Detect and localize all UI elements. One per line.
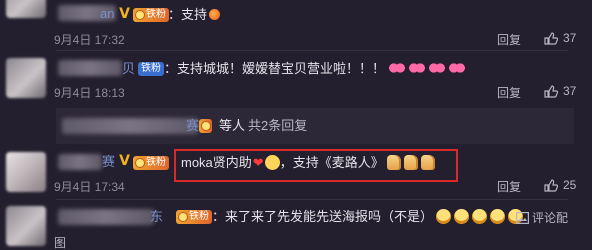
replies-count-link[interactable]: 共2条回复 <box>248 118 307 134</box>
replies-summary[interactable]: 赛 等人 共2条回复 <box>56 108 574 144</box>
fan-badge: 铁粉 <box>133 8 169 22</box>
comment-text: ：支持 <box>168 7 221 23</box>
laugh-emoji-icon <box>472 209 488 224</box>
comment-date: 9月4日 17:34 <box>54 180 125 194</box>
comment-item: an V 铁粉 ：支持 9月4日 17:32 回复 37 <box>0 0 592 52</box>
like-button[interactable]: 25 <box>544 178 576 192</box>
comment-item: 东 铁粉 ：来了来了先发能先送海报吗（不是） 评论配 图 <box>0 200 592 250</box>
bow-emoji-icon <box>449 61 466 75</box>
image-icon <box>516 212 530 225</box>
orange-emoji-icon <box>209 9 221 20</box>
username[interactable]: 赛 <box>102 154 115 170</box>
bow-emoji-icon <box>429 61 446 75</box>
bow-emoji-icon <box>389 61 406 75</box>
reply-button[interactable]: 回复 <box>497 31 521 48</box>
avatar[interactable] <box>6 206 46 246</box>
reply-button[interactable]: 回复 <box>497 84 521 101</box>
username-blur[interactable] <box>58 60 122 76</box>
comment-trailing: 图 <box>54 236 67 250</box>
username-blur[interactable] <box>58 209 154 225</box>
fan-badge <box>199 119 212 133</box>
divider <box>56 50 568 51</box>
username[interactable]: an <box>100 6 114 22</box>
like-button[interactable]: 37 <box>544 31 576 45</box>
fan-badge: 铁粉 <box>138 62 164 76</box>
bow-emoji-icon <box>409 61 426 75</box>
avatar[interactable] <box>6 152 46 192</box>
comment-date: 9月4日 18:13 <box>54 86 125 100</box>
thumbs-up-icon <box>544 32 559 45</box>
thumbs-up-icon <box>544 179 559 192</box>
comment-text: ：来了来了先发能先送海报吗（不是） <box>212 209 524 225</box>
fan-badge: 铁粉 <box>176 210 212 224</box>
replier-names-blur <box>62 118 198 134</box>
avatar[interactable] <box>6 0 46 18</box>
comment-date: 9月4日 17:32 <box>54 33 125 47</box>
vip-icon: V <box>119 6 130 22</box>
username[interactable]: 东 <box>150 209 163 225</box>
fan-badge: 铁粉 <box>133 156 169 170</box>
comment-item: 贝 铁粉 ：支持城城！嫒嫒替宝贝营业啦！！！ 9月4日 18:13 回复 37 <box>0 52 592 108</box>
thumbs-up-icon <box>544 85 559 98</box>
comment-with-image-button[interactable]: 评论配 <box>516 209 568 226</box>
laugh-emoji-icon <box>436 209 452 224</box>
vip-icon: V <box>119 153 130 169</box>
username-blur[interactable] <box>58 154 102 170</box>
replies-by-label: 等人 <box>219 118 246 133</box>
laugh-emoji-icon <box>490 209 506 224</box>
comment-text: ：支持城城！嫒嫒替宝贝营业啦！！！ <box>164 61 466 77</box>
laugh-emoji-icon <box>454 209 470 224</box>
username[interactable]: 贝 <box>122 61 135 77</box>
replier-suffix-char: 赛 <box>186 118 200 133</box>
avatar[interactable] <box>6 58 46 98</box>
comment-feed: an V 铁粉 ：支持 9月4日 17:32 回复 37 贝 铁粉 ：支持城城！… <box>0 0 592 250</box>
highlight-annotation <box>174 149 458 182</box>
like-button[interactable]: 37 <box>544 84 576 98</box>
reply-button[interactable]: 回复 <box>497 178 521 195</box>
